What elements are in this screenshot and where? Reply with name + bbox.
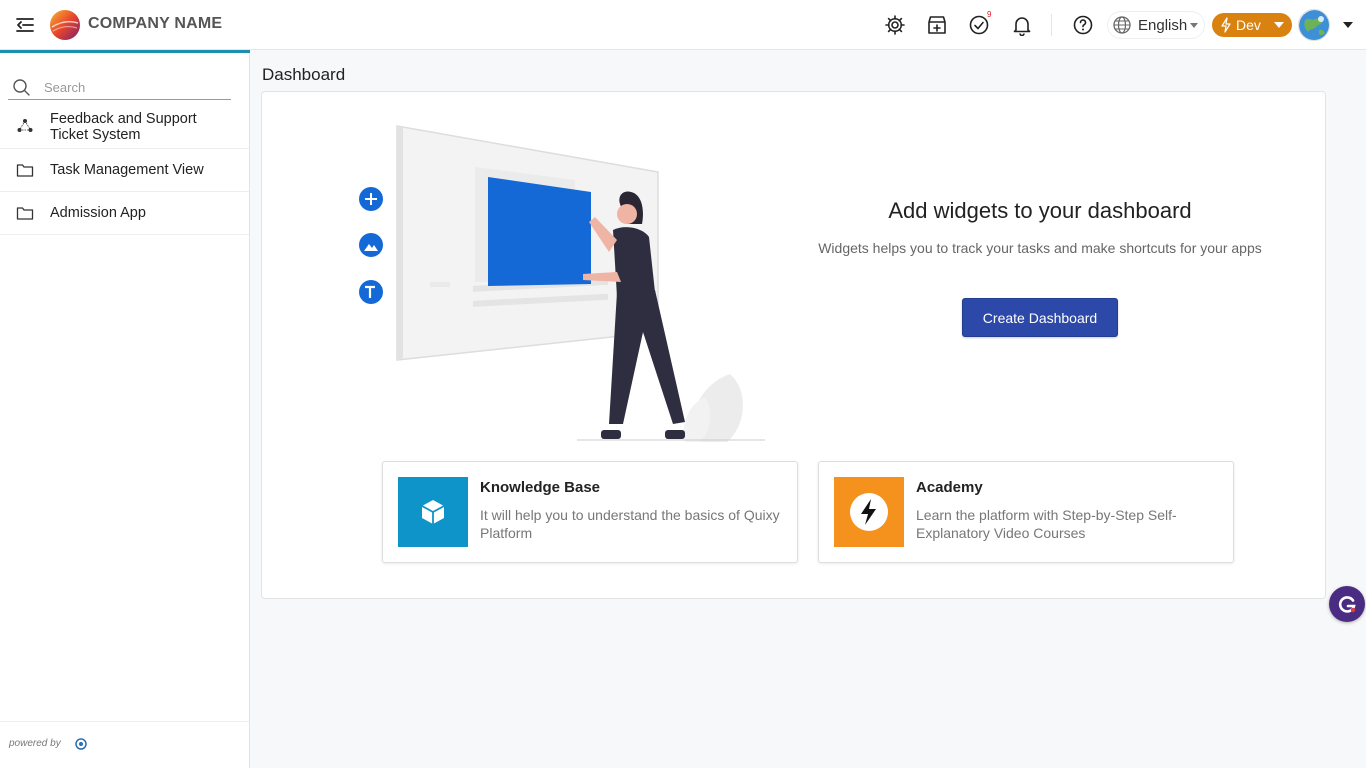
menu-collapse-icon[interactable]: [14, 14, 36, 36]
environment-label: Dev: [1236, 17, 1261, 33]
app-triangle-icon: [17, 119, 33, 132]
profile-menu-chevron-icon[interactable]: [1343, 22, 1353, 28]
avatar[interactable]: [1298, 9, 1330, 41]
grammarly-icon: [1338, 596, 1356, 613]
chevron-down-icon: [1274, 22, 1284, 28]
empty-state-subtitle: Widgets helps you to track your tasks an…: [818, 240, 1262, 256]
sidebar: Search Feedback and Support Ticket Syste…: [0, 50, 250, 768]
brand-name: COMPANY NAME: [88, 15, 223, 32]
folder-icon: [16, 164, 34, 177]
user-globe-icon: [1299, 10, 1329, 40]
page-title: Dashboard: [262, 65, 346, 84]
sidebar-item-task-management[interactable]: Task Management View: [0, 149, 249, 192]
tile-icon-box: [834, 477, 904, 547]
sidebar-item-feedback-support[interactable]: Feedback and Support Ticket System: [0, 105, 249, 149]
tile-description: It will help you to understand the basic…: [480, 507, 780, 541]
tile-description: Learn the platform with Step-by-Step Sel…: [916, 507, 1177, 541]
cube-icon: [421, 500, 445, 524]
help-icon[interactable]: [1072, 14, 1094, 36]
tile-title: Knowledge Base: [480, 479, 601, 496]
bell-icon[interactable]: [1011, 14, 1033, 36]
search-placeholder: Search: [44, 80, 86, 95]
powered-by-footer: powered by: [0, 721, 249, 768]
company-logo[interactable]: [49, 9, 81, 41]
sidebar-item-label: Admission App: [50, 205, 146, 221]
environment-switch[interactable]: Dev: [1212, 13, 1292, 37]
settings-icon[interactable]: [884, 14, 906, 36]
powered-by-label: powered by: [9, 738, 61, 749]
quixy-logo-icon[interactable]: [74, 738, 88, 750]
language-label: English: [1138, 16, 1188, 34]
sidebar-item-label: Task Management View: [50, 162, 204, 178]
tile-icon-box: [398, 477, 468, 547]
top-bar: COMPANY NAME 9 English Dev: [0, 0, 1366, 50]
toolbar-divider: [1051, 14, 1052, 36]
tile-title: Academy: [916, 479, 983, 496]
knowledge-base-tile[interactable]: Knowledge Base It will help you to under…: [382, 461, 798, 563]
sidebar-item-admission-app[interactable]: Admission App: [0, 192, 249, 235]
globe-icon: [1113, 16, 1131, 34]
store-icon[interactable]: [926, 14, 948, 36]
sidebar-accent-bar: [0, 50, 250, 53]
empty-dashboard-illustration: [359, 125, 765, 442]
search-input[interactable]: Search: [8, 76, 231, 100]
tasks-badge: 9: [987, 10, 992, 19]
empty-state-title: Add widgets to your dashboard: [888, 198, 1192, 223]
grammarly-widget[interactable]: [1329, 586, 1365, 622]
create-dashboard-button[interactable]: Create Dashboard: [962, 298, 1118, 337]
chevron-down-icon: [1190, 23, 1198, 28]
sidebar-item-label: Feedback and Support Ticket System: [50, 111, 197, 143]
sidebar-item-label-line2: Ticket System: [50, 127, 141, 143]
folder-icon: [16, 207, 34, 220]
search-icon: [13, 78, 30, 96]
lightning-icon: [1221, 17, 1231, 33]
academy-tile[interactable]: Academy Learn the platform with Step-by-…: [818, 461, 1234, 563]
sidebar-item-label-line1: Feedback and Support: [50, 111, 197, 127]
language-select[interactable]: English: [1107, 11, 1205, 39]
lightning-icon: [850, 493, 888, 531]
